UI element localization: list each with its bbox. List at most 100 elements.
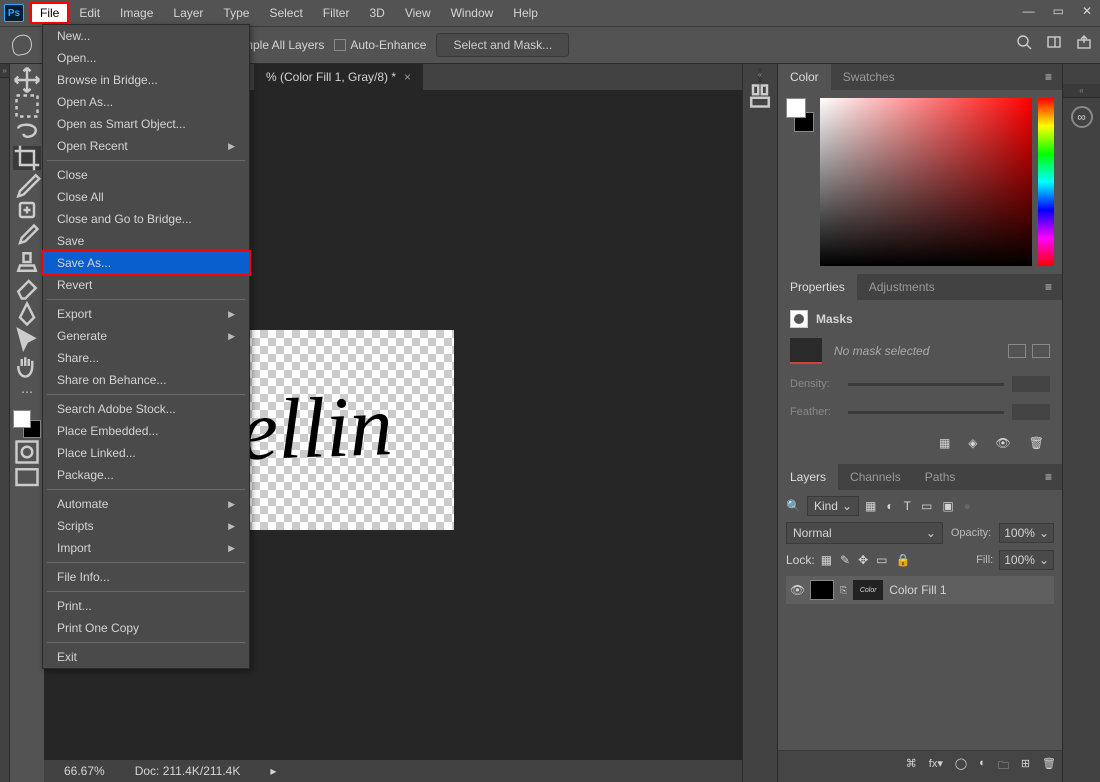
file-menu-close-and-go-to-bridge[interactable]: Close and Go to Bridge... (43, 208, 249, 230)
link-layers-icon[interactable]: ⌘ (906, 757, 917, 776)
layer-row[interactable]: 👁 ⎘ Color Color Fill 1 (786, 576, 1054, 604)
file-menu-save[interactable]: Save (43, 230, 249, 252)
menu-help[interactable]: Help (503, 2, 548, 24)
lock-transparent-icon[interactable]: ▦ (821, 553, 832, 567)
tab-swatches[interactable]: Swatches (831, 64, 907, 90)
status-arrow-icon[interactable]: ▸ (270, 764, 276, 778)
panel-menu-icon[interactable]: ≡ (1039, 274, 1058, 300)
layer-name[interactable]: Color Fill 1 (889, 583, 946, 597)
filter-toggle-icon[interactable]: ● (964, 499, 971, 513)
visibility-icon[interactable]: 👁 (996, 436, 1011, 450)
menu-3d[interactable]: 3D (359, 2, 394, 24)
file-menu-file-info[interactable]: File Info... (43, 566, 249, 588)
file-menu-open-as[interactable]: Open As... (43, 91, 249, 113)
file-menu-place-embedded[interactable]: Place Embedded... (43, 420, 249, 442)
healing-tool[interactable] (13, 198, 41, 222)
document-tab[interactable]: % (Color Fill 1, Gray/8) * × (254, 64, 423, 90)
expand-icon[interactable]: » (0, 64, 9, 78)
filter-adjust-icon[interactable]: ◐ (886, 499, 893, 513)
add-mask-icon[interactable]: ◯ (955, 757, 967, 776)
trash-icon[interactable]: 🗑 (1029, 436, 1044, 450)
menu-view[interactable]: View (395, 2, 441, 24)
file-menu-automate[interactable]: Automate▶ (43, 493, 249, 515)
foreground-background-swatch[interactable] (13, 410, 41, 438)
layer-mask-thumbnail[interactable]: Color (853, 580, 883, 600)
color-field[interactable] (820, 98, 1032, 266)
tab-color[interactable]: Color (778, 64, 831, 90)
file-menu-open-as-smart-object[interactable]: Open as Smart Object... (43, 113, 249, 135)
tab-channels[interactable]: Channels (838, 464, 913, 490)
menu-file[interactable]: File (30, 2, 69, 24)
eraser-tool[interactable] (13, 276, 41, 300)
window-close-icon[interactable]: ✕ (1082, 4, 1092, 18)
hand-tool[interactable] (13, 354, 41, 378)
zoom-level[interactable]: 66.67% (64, 764, 105, 778)
pixel-mask-button[interactable] (1008, 344, 1026, 358)
filter-smart-icon[interactable]: ▣ (942, 499, 953, 513)
file-menu-exit[interactable]: Exit (43, 646, 249, 668)
panel-expand-icon[interactable]: « (758, 68, 762, 82)
file-menu-generate[interactable]: Generate▶ (43, 325, 249, 347)
brush-tool[interactable] (13, 224, 41, 248)
stamp-tool[interactable] (13, 250, 41, 274)
file-menu-search-adobe-stock[interactable]: Search Adobe Stock... (43, 398, 249, 420)
file-menu-close-all[interactable]: Close All (43, 186, 249, 208)
marquee-tool[interactable] (13, 94, 41, 118)
density-value[interactable] (1012, 376, 1050, 392)
menu-layer[interactable]: Layer (163, 2, 213, 24)
share-icon[interactable] (1076, 34, 1092, 50)
file-menu-print[interactable]: Print... (43, 595, 249, 617)
file-menu-share-on-behance[interactable]: Share on Behance... (43, 369, 249, 391)
crop-tool[interactable] (13, 146, 41, 170)
file-menu-open-recent[interactable]: Open Recent▶ (43, 135, 249, 157)
invert-icon[interactable]: ◈ (968, 436, 977, 450)
window-minimize-icon[interactable]: — (1023, 4, 1035, 18)
pen-tool[interactable] (13, 302, 41, 326)
cc-libraries-icon[interactable]: ∞ (1071, 106, 1093, 128)
file-menu-print-one-copy[interactable]: Print One Copy (43, 617, 249, 639)
new-group-icon[interactable]: 🗀 (998, 757, 1009, 776)
select-and-mask-button[interactable]: Select and Mask... (436, 33, 569, 57)
mask-from-selection-icon[interactable]: ▦ (939, 436, 950, 450)
file-menu-save-as[interactable]: Save As... (41, 250, 251, 276)
search-icon[interactable]: 🔍 (786, 499, 801, 513)
feather-value[interactable] (1012, 404, 1050, 420)
hue-slider[interactable] (1038, 98, 1054, 266)
screen-mode-icon[interactable] (13, 466, 41, 490)
new-layer-icon[interactable]: ⊞ (1021, 757, 1030, 776)
sample-all-layers-checkbox[interactable]: mple All Layers (243, 38, 324, 52)
file-menu-open[interactable]: Open... (43, 47, 249, 69)
cc-expand-icon[interactable]: « (1063, 84, 1100, 98)
panel-menu-icon[interactable]: ≡ (1039, 64, 1058, 90)
more-tools[interactable]: ⋯ (13, 380, 41, 404)
lock-position-icon[interactable]: ✥ (858, 553, 868, 567)
density-slider[interactable] (848, 383, 1004, 386)
tab-adjustments[interactable]: Adjustments (857, 274, 947, 300)
file-menu-export[interactable]: Export▶ (43, 303, 249, 325)
layer-thumbnail[interactable] (810, 580, 834, 600)
layer-style-icon[interactable]: fx▾ (929, 757, 943, 776)
blend-mode-select[interactable]: Normal⌄ (786, 522, 943, 544)
lasso-tool[interactable] (13, 120, 41, 144)
path-select-tool[interactable] (13, 328, 41, 352)
eyedropper-tool[interactable] (13, 172, 41, 196)
lock-artboard-icon[interactable]: ▭ (876, 553, 887, 567)
layer-visibility-icon[interactable]: 👁 (790, 583, 804, 597)
file-menu-scripts[interactable]: Scripts▶ (43, 515, 249, 537)
tab-layers[interactable]: Layers (778, 464, 838, 490)
menu-window[interactable]: Window (441, 2, 504, 24)
file-menu-browse-in-bridge[interactable]: Browse in Bridge... (43, 69, 249, 91)
menu-type[interactable]: Type (213, 2, 259, 24)
file-menu-share[interactable]: Share... (43, 347, 249, 369)
file-menu-place-linked[interactable]: Place Linked... (43, 442, 249, 464)
auto-enhance-checkbox[interactable]: Auto-Enhance (334, 38, 426, 52)
color-swatch-pair[interactable] (786, 98, 814, 132)
file-menu-revert[interactable]: Revert (43, 274, 249, 296)
filter-pixel-icon[interactable]: ▦ (865, 499, 876, 513)
menu-select[interactable]: Select (259, 2, 312, 24)
panel-menu-icon[interactable]: ≡ (1039, 464, 1058, 490)
vector-mask-button[interactable] (1032, 344, 1050, 358)
layer-filter-kind[interactable]: Kind⌄ (807, 496, 859, 516)
file-menu-close[interactable]: Close (43, 164, 249, 186)
tab-paths[interactable]: Paths (913, 464, 968, 490)
